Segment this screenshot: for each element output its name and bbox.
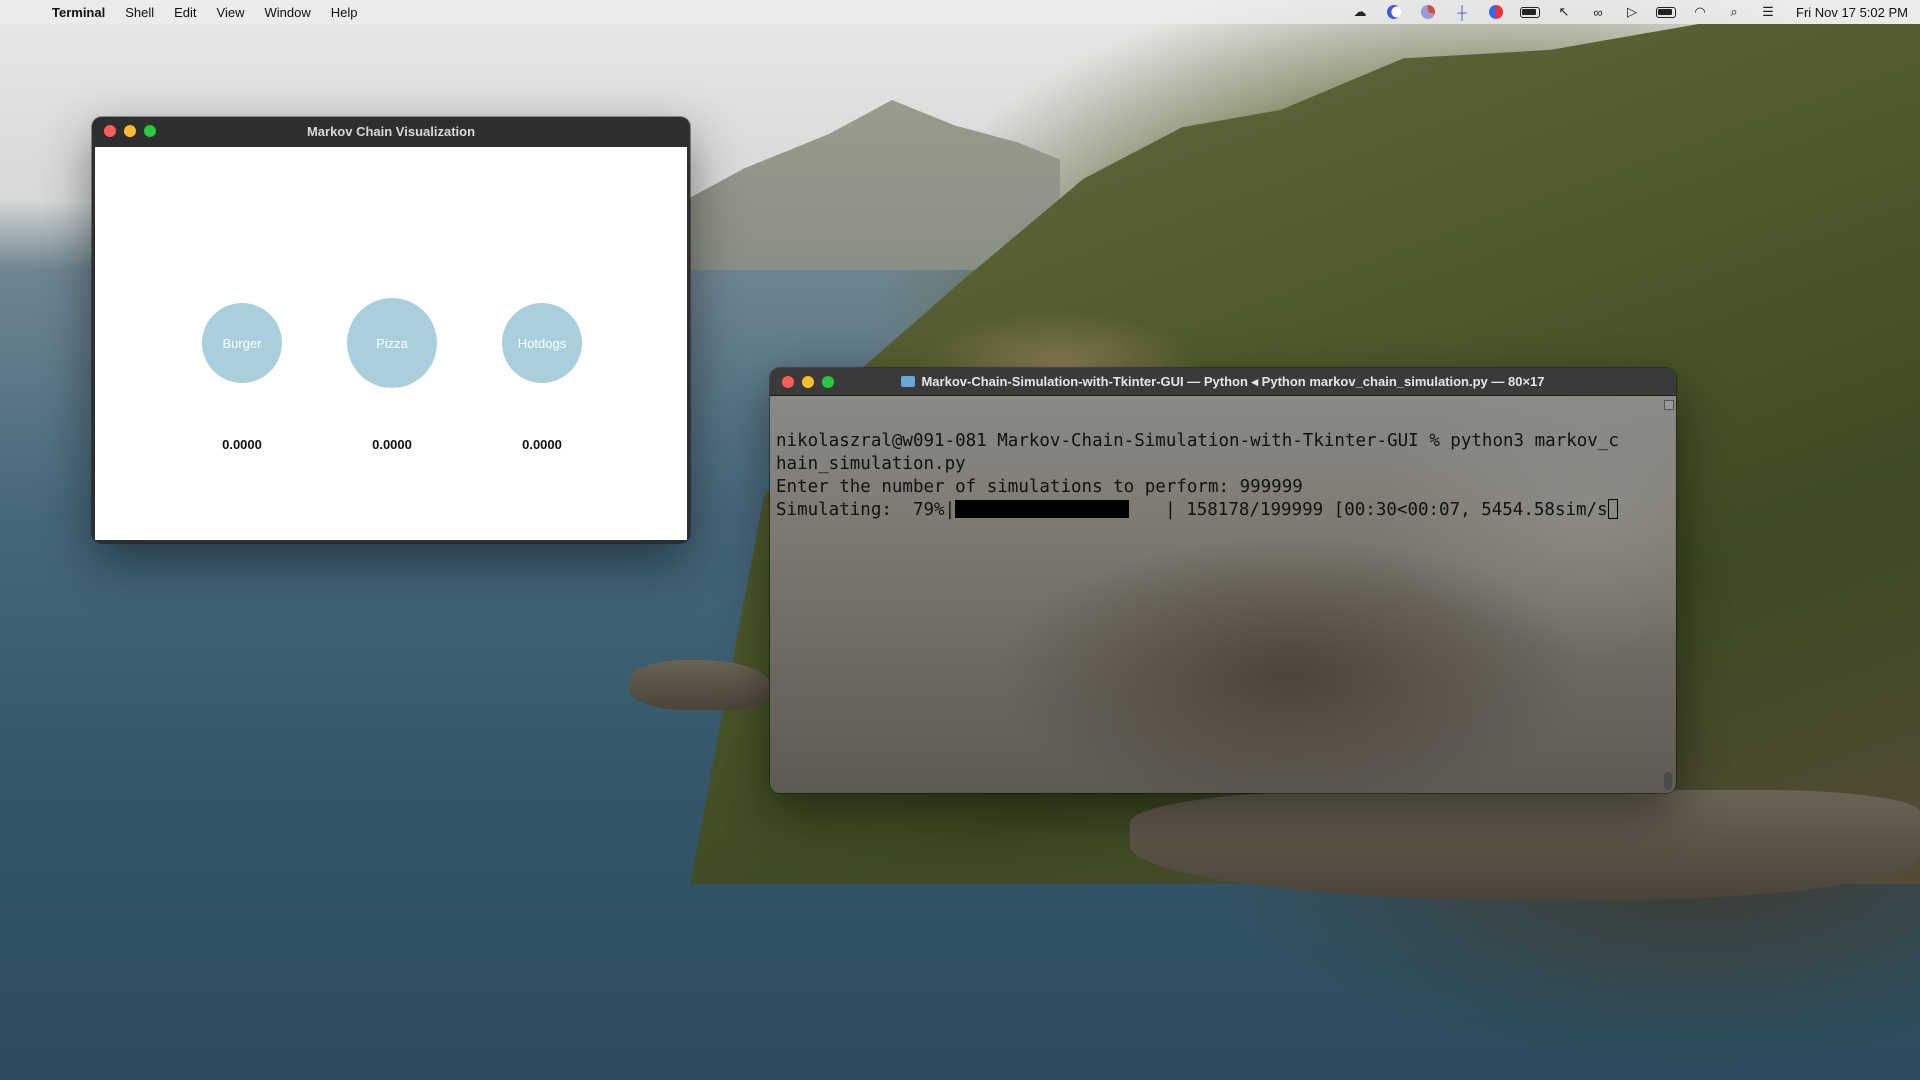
terminal-title: Markov-Chain-Simulation-with-Tkinter-GUI… [921, 373, 1545, 389]
moon-icon[interactable] [1384, 5, 1404, 19]
terminal-output[interactable]: nikolaszral@w091-081 Markov-Chain-Simula… [770, 396, 1676, 793]
node-pizza: Pizza [347, 298, 437, 388]
ruler-icon[interactable]: ┼ [1452, 5, 1472, 20]
menu-edit[interactable]: Edit [164, 5, 206, 20]
menu-app-name[interactable]: Terminal [52, 5, 115, 20]
control-center-icon[interactable]: ☰ [1758, 4, 1778, 19]
terminal-progress-line: Simulating: 79%| | 158178/199999 [00:30<0… [776, 499, 1676, 522]
node-label: Burger [222, 335, 262, 351]
node-label: Hotdogs [517, 335, 567, 351]
pie-icon[interactable] [1418, 5, 1438, 19]
node-burger: Burger [202, 303, 282, 383]
terminal-line: hain_simulation.py [776, 454, 966, 474]
progress-suffix: | 158178/199999 [00:30<00:07, 5454.58sim… [1165, 500, 1608, 520]
zoom-button[interactable] [822, 376, 834, 388]
markov-chain-window: Markov Chain Visualization Burger 0.0000… [92, 117, 690, 543]
folder-icon [901, 376, 916, 387]
search-icon[interactable]: ⌕ [1724, 4, 1744, 19]
markov-window-title: Markov Chain Visualization [306, 123, 476, 139]
node-value: 0.0000 [222, 437, 262, 452]
minimize-button[interactable] [124, 125, 136, 137]
menu-shell[interactable]: Shell [115, 5, 164, 20]
creative-cloud-icon[interactable]: ∞ [1588, 5, 1608, 20]
wallpaper-far-hill [640, 100, 1060, 270]
menu-window[interactable]: Window [255, 5, 321, 20]
minimize-button[interactable] [802, 376, 814, 388]
wifi-icon[interactable]: ◠ [1690, 4, 1710, 19]
node-value: 0.0000 [522, 437, 562, 452]
wallpaper-shore-rocks [1130, 790, 1920, 900]
node-hotdogs: Hotdogs [502, 303, 582, 383]
menu-view[interactable]: View [207, 5, 255, 20]
terminal-line: nikolaszral@w091-081 Markov-Chain-Simula… [776, 431, 1619, 451]
text-cursor [1607, 499, 1618, 519]
status-area: ☁ ┼ ↖ ∞ ▷ ◠ ⌕ ☰ Fri Nov 17 5:02 PM [1350, 0, 1909, 24]
scroll-thumb[interactable] [1664, 772, 1672, 790]
color-wheel-icon[interactable] [1486, 5, 1506, 19]
node-value: 0.0000 [372, 437, 412, 452]
play-icon[interactable]: ▷ [1622, 4, 1642, 19]
progress-prefix: Simulating: 79%| [776, 500, 956, 520]
terminal-scrollbar[interactable] [1664, 400, 1674, 790]
scroll-button[interactable] [1664, 400, 1674, 410]
markov-canvas: Burger 0.0000 Pizza 0.0000 Hotdogs 0.000… [95, 147, 687, 540]
node-label: Pizza [376, 335, 408, 351]
zoom-button[interactable] [144, 125, 156, 137]
progress-bar [955, 500, 1130, 518]
terminal-window: Markov-Chain-Simulation-with-Tkinter-GUI… [770, 368, 1676, 793]
clock[interactable]: Fri Nov 17 5:02 PM [1796, 5, 1908, 20]
menu-bar: Terminal Shell Edit View Window Help ☁ ┼… [0, 0, 1920, 24]
cursor-icon[interactable]: ↖ [1554, 4, 1574, 19]
terminal-line: Enter the number of simulations to perfo… [776, 477, 1303, 497]
battery-icon[interactable] [1656, 5, 1676, 19]
terminal-titlebar[interactable]: Markov-Chain-Simulation-with-Tkinter-GUI… [770, 368, 1676, 396]
close-button[interactable] [104, 125, 116, 137]
battery-outline-icon[interactable] [1520, 5, 1540, 19]
wallpaper-rocks [630, 660, 770, 710]
cloud-icon[interactable]: ☁ [1350, 4, 1370, 19]
menu-help[interactable]: Help [321, 5, 368, 20]
markov-window-titlebar[interactable]: Markov Chain Visualization [92, 117, 690, 145]
close-button[interactable] [782, 376, 794, 388]
